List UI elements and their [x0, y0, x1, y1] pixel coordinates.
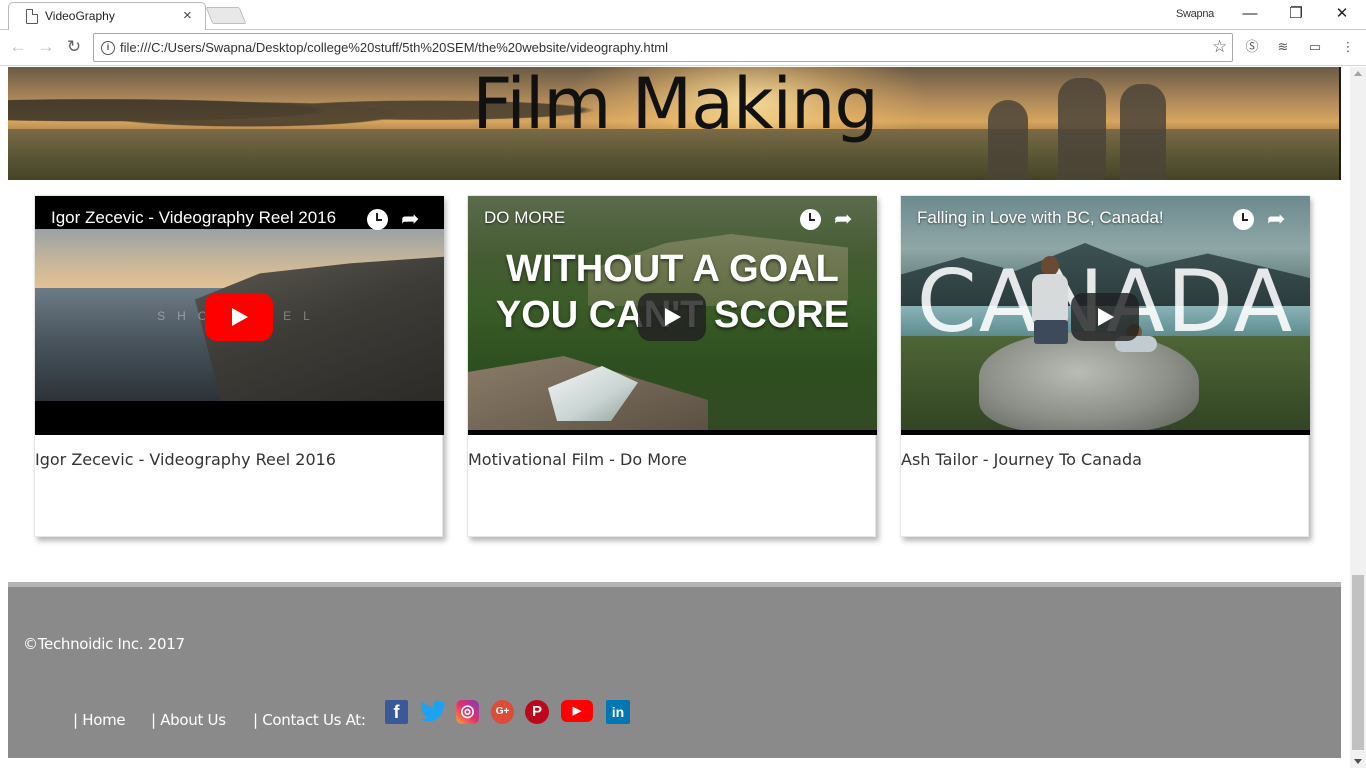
back-button[interactable]: ← — [6, 35, 30, 59]
profile-name[interactable]: Swapna — [1176, 8, 1214, 20]
google-plus-icon[interactable]: G+ — [491, 700, 514, 724]
page-title: Film Making — [472, 67, 879, 145]
video-caption: Ash Tailor - Journey To Canada — [901, 450, 1142, 469]
page-scrollbar[interactable] — [1350, 67, 1366, 768]
youtube-icon[interactable]: ▶ — [561, 700, 593, 722]
video-overlay-title[interactable]: Falling in Love with BC, Canada! — [917, 208, 1164, 228]
skype-extension-icon[interactable]: Ⓢ — [1242, 37, 1262, 57]
cast-extension-icon[interactable]: ▭ — [1305, 37, 1325, 57]
minimize-button[interactable]: — — [1227, 0, 1273, 30]
site-footer: ©Technoidic Inc. 2017 | Home | About Us … — [8, 582, 1341, 758]
video-overlay-title[interactable]: DO MORE — [484, 208, 565, 228]
video-overlay-title[interactable]: Igor Zecevic - Videography Reel 2016 — [51, 208, 336, 228]
forward-button[interactable]: → — [34, 35, 58, 59]
footer-link-home[interactable]: | Home — [73, 711, 126, 729]
twitter-icon[interactable] — [420, 700, 447, 724]
browser-menu-icon[interactable]: ⋮ — [1338, 37, 1358, 57]
scroll-up-arrow-icon[interactable] — [1354, 71, 1362, 76]
video-caption: Igor Zecevic - Videography Reel 2016 — [35, 450, 336, 469]
browser-tab[interactable]: VideoGraphy × — [8, 2, 206, 30]
video-letterbox — [901, 430, 1310, 435]
tab-close-icon[interactable]: × — [183, 7, 192, 25]
reload-button[interactable]: ↻ — [62, 35, 86, 59]
clock-icon[interactable] — [1233, 209, 1254, 230]
play-button[interactable] — [205, 293, 273, 341]
share-icon[interactable]: ➦ — [1267, 206, 1285, 232]
scroll-thumb[interactable] — [1352, 575, 1364, 750]
play-button[interactable] — [638, 293, 706, 341]
layers-extension-icon[interactable]: ≋ — [1273, 37, 1293, 57]
youtube-embed[interactable]: CANADA Falling in Love with BC, Canada! … — [901, 196, 1310, 435]
video-letterbox — [468, 430, 877, 435]
tab-title: VideoGraphy — [45, 9, 115, 23]
tab-strip: VideoGraphy × Swapna — ❐ ✕ — [0, 0, 1366, 30]
video-card: SHOWREEL Igor Zecevic - Videography Reel… — [34, 195, 444, 537]
youtube-embed[interactable]: SHOWREEL Igor Zecevic - Videography Reel… — [35, 196, 444, 435]
video-letterbox — [35, 401, 444, 435]
facebook-icon[interactable]: f — [385, 700, 408, 724]
video-caption: Motivational Film - Do More — [468, 450, 687, 469]
clock-icon[interactable] — [800, 209, 821, 230]
video-card: CANADA Falling in Love with BC, Canada! … — [900, 195, 1310, 537]
clock-icon[interactable] — [367, 209, 388, 230]
youtube-embed[interactable]: WITHOUT A GOAL YOU CAN'T SCORE DO MORE ➦ — [468, 196, 877, 435]
browser-toolbar: ← → ↻ i file:///C:/Users/Swapna/Desktop/… — [0, 30, 1366, 66]
video-thumbnail-headline: WITHOUT A GOAL — [506, 248, 839, 290]
video-thumbnail-rock — [979, 332, 1199, 432]
address-bar[interactable]: i file:///C:/Users/Swapna/Desktop/colleg… — [93, 33, 1233, 62]
new-tab-button[interactable] — [205, 7, 247, 24]
copyright-text: ©Technoidic Inc. 2017 — [23, 635, 185, 653]
page-content: Film Making SHOWREEL Igor Zecevic - Vide… — [0, 67, 1350, 768]
info-icon[interactable]: i — [101, 41, 115, 55]
pinterest-icon[interactable]: P — [525, 700, 549, 724]
footer-contact-label: | Contact Us At: — [253, 711, 366, 729]
page-icon — [26, 9, 38, 24]
play-button[interactable] — [1071, 293, 1139, 341]
video-thumbnail-person — [1026, 256, 1074, 348]
scroll-down-arrow-icon[interactable] — [1354, 759, 1362, 764]
share-icon[interactable]: ➦ — [834, 206, 852, 232]
window-close-button[interactable]: ✕ — [1319, 0, 1365, 30]
bookmark-star-icon[interactable]: ☆ — [1212, 37, 1227, 57]
footer-link-about[interactable]: | About Us — [151, 711, 226, 729]
linkedin-icon[interactable]: in — [606, 700, 630, 724]
instagram-icon[interactable]: ◎ — [456, 700, 479, 724]
restore-button[interactable]: ❐ — [1273, 0, 1319, 30]
url-text[interactable]: file:///C:/Users/Swapna/Desktop/college%… — [120, 40, 668, 55]
share-icon[interactable]: ➦ — [401, 206, 419, 232]
video-card: WITHOUT A GOAL YOU CAN'T SCORE DO MORE ➦… — [467, 195, 877, 537]
